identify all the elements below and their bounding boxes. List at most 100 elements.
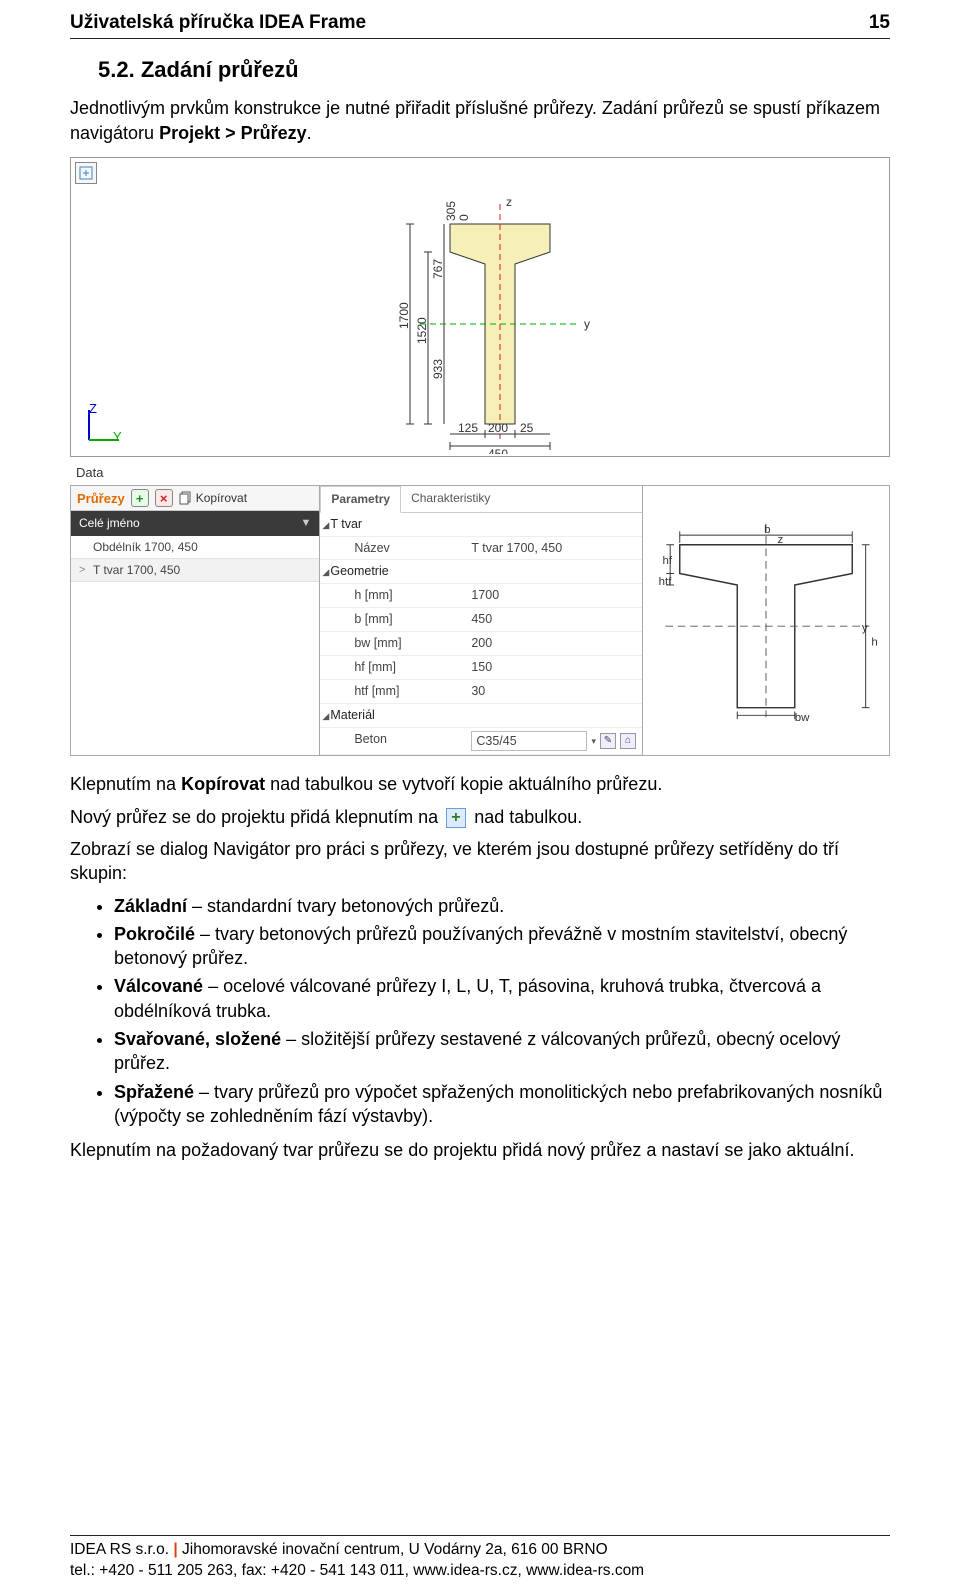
- bullet-text: – standardní tvary betonových průřezů.: [187, 896, 504, 916]
- bullet-text: – ocelové válcované průřezy I, L, U, T, …: [114, 976, 821, 1020]
- tab-characteristics[interactable]: Charakteristiky: [401, 486, 500, 511]
- prop-label: hf [mm]: [320, 656, 465, 679]
- schem-bw: bw: [795, 712, 810, 724]
- prop-group-shape[interactable]: ◢T tvar: [320, 513, 642, 537]
- prop-value[interactable]: 30: [465, 680, 642, 703]
- cross-sections-panel: Průřezy + × Kopírovat Celé jméno ▼ Obdél…: [70, 485, 890, 756]
- material-value: C35/45: [471, 731, 587, 752]
- filter-icon[interactable]: ▼: [300, 516, 311, 531]
- page-footer: IDEA RS s.r.o. | Jihomoravské inovační c…: [70, 1535, 890, 1582]
- section-heading: 5.2. Zadání průřezů: [98, 55, 890, 85]
- dim-t2: 0: [457, 214, 471, 221]
- dim-h-top: 767: [431, 259, 445, 279]
- prop-label: bw [mm]: [320, 632, 465, 655]
- schem-h: h: [871, 636, 877, 648]
- dim-b-total: 450: [488, 447, 508, 454]
- body-p3: Nový průřez se do projektu přidá klepnut…: [70, 805, 890, 829]
- bullet-bold: Svařované, složené: [114, 1029, 281, 1049]
- list-item-label: T tvar 1700, 450: [93, 562, 180, 578]
- group-label: T tvar: [330, 517, 362, 531]
- dim-t1: 305: [444, 201, 458, 221]
- footer-line-2: tel.: +420 - 511 205 263, fax: +420 - 54…: [70, 1561, 890, 1582]
- property-tabs: Parametry Charakteristiky: [320, 486, 642, 512]
- prop-value[interactable]: T tvar 1700, 450: [465, 537, 642, 560]
- bullet-item: Spřažené – tvary průřezů pro výpočet spř…: [114, 1080, 890, 1129]
- prop-value[interactable]: 150: [465, 656, 642, 679]
- toolbar-title: Průřezy: [77, 490, 125, 508]
- copy-section-button[interactable]: Kopírovat: [179, 490, 247, 506]
- dim-fl-l: 125: [458, 421, 478, 435]
- dim-h-web-in: 933: [431, 359, 445, 379]
- schem-y: y: [862, 622, 868, 634]
- row-marker-selected: >: [79, 563, 89, 578]
- fit-view-icon[interactable]: [75, 162, 97, 184]
- add-section-button[interactable]: +: [131, 489, 149, 507]
- header-title: Uživatelská příručka IDEA Frame: [70, 10, 366, 36]
- prop-label: htf [mm]: [320, 680, 465, 703]
- intro-text-c: .: [307, 123, 312, 143]
- collapse-icon: ◢: [322, 566, 329, 578]
- section-schematic: b z hf htf y h bw: [643, 486, 889, 755]
- list-item-label: Obdélník 1700, 450: [93, 539, 198, 555]
- header-page-number: 15: [869, 10, 890, 36]
- schem-b: b: [764, 524, 770, 536]
- bullet-text: – tvary průřezů pro výpočet spřažených m…: [114, 1082, 882, 1126]
- list-item[interactable]: > T tvar 1700, 450: [71, 559, 319, 582]
- schem-hf: hf: [663, 554, 673, 566]
- prop-row-hf: hf [mm]150: [320, 656, 642, 680]
- group-label: Geometrie: [330, 564, 388, 578]
- dim-h-web: 1520: [415, 317, 429, 344]
- panel-properties: Parametry Charakteristiky ◢T tvar NázevT…: [320, 486, 643, 755]
- prop-value[interactable]: 1700: [465, 584, 642, 607]
- footer-address: Jihomoravské inovační centrum, U Vodárny…: [178, 1541, 608, 1558]
- axis-y-label: y: [584, 317, 590, 331]
- body-p3-b: nad tabulkou.: [469, 807, 582, 827]
- cross-section-drawing-viewport[interactable]: z y 1700 1520 933 767 305 0 450: [70, 157, 890, 457]
- collapse-icon: ◢: [322, 710, 329, 722]
- chevron-down-icon[interactable]: ▾: [591, 735, 596, 747]
- bullet-bold: Válcované: [114, 976, 203, 996]
- prop-row-concrete: Beton C35/45 ▾ ✎ ⌂: [320, 728, 642, 756]
- bullet-bold: Pokročilé: [114, 924, 195, 944]
- panel-left: Průřezy + × Kopírovat Celé jméno ▼ Obdél…: [71, 486, 320, 755]
- collapse-icon: ◢: [322, 519, 329, 531]
- list-header-label: Celé jméno: [79, 515, 140, 531]
- axis-3d-indicator: Z Y: [79, 400, 127, 448]
- body-p5: Klepnutím na požadovaný tvar průřezu se …: [70, 1138, 890, 1162]
- dim-fl-r: 25: [520, 421, 534, 435]
- sections-toolbar: Průřezy + × Kopírovat: [71, 486, 319, 511]
- prop-group-geometry[interactable]: ◢Geometrie: [320, 560, 642, 584]
- bullet-item: Válcované – ocelové válcované průřezy I,…: [114, 974, 890, 1023]
- prop-row-bw: bw [mm]200: [320, 632, 642, 656]
- prop-row-b: b [mm]450: [320, 608, 642, 632]
- list-item[interactable]: Obdélník 1700, 450: [71, 536, 319, 559]
- footer-company: IDEA RS s.r.o.: [70, 1541, 173, 1558]
- tab-parameters[interactable]: Parametry: [320, 486, 401, 512]
- material-select[interactable]: C35/45 ▾ ✎ ⌂: [471, 731, 636, 752]
- data-tab[interactable]: Data: [70, 462, 109, 484]
- prop-value[interactable]: 450: [465, 608, 642, 631]
- bullet-item: Pokročilé – tvary betonových průřezů pou…: [114, 922, 890, 971]
- prop-row-htf: htf [mm]30: [320, 680, 642, 704]
- material-library-icon[interactable]: ⌂: [620, 733, 636, 749]
- footer-line-1: IDEA RS s.r.o. | Jihomoravské inovační c…: [70, 1540, 890, 1561]
- dim-fl-m: 200: [488, 421, 508, 435]
- bullet-list: Základní – standardní tvary betonových p…: [114, 894, 890, 1129]
- page: Uživatelská příručka IDEA Frame 15 5.2. …: [0, 0, 960, 1596]
- prop-group-material[interactable]: ◢Materiál: [320, 704, 642, 728]
- bullet-bold: Základní: [114, 896, 187, 916]
- copy-icon: [179, 491, 193, 505]
- delete-section-button[interactable]: ×: [155, 489, 173, 507]
- list-header: Celé jméno ▼: [71, 511, 319, 535]
- plus-icon: [446, 808, 466, 828]
- body-p3-a: Nový průřez se do projektu přidá klepnut…: [70, 807, 443, 827]
- prop-value[interactable]: 200: [465, 632, 642, 655]
- body-p2-a: Klepnutím na: [70, 774, 181, 794]
- prop-row-name: NázevT tvar 1700, 450: [320, 537, 642, 561]
- bullet-bold: Spřažené: [114, 1082, 194, 1102]
- edit-material-icon[interactable]: ✎: [600, 733, 616, 749]
- body-p2-c: nad tabulkou se vytvoří kopie aktuálního…: [265, 774, 662, 794]
- prop-label: b [mm]: [320, 608, 465, 631]
- bullet-item: Základní – standardní tvary betonových p…: [114, 894, 890, 918]
- intro-paragraph: Jednotlivým prvkům konstrukce je nutné p…: [70, 96, 890, 145]
